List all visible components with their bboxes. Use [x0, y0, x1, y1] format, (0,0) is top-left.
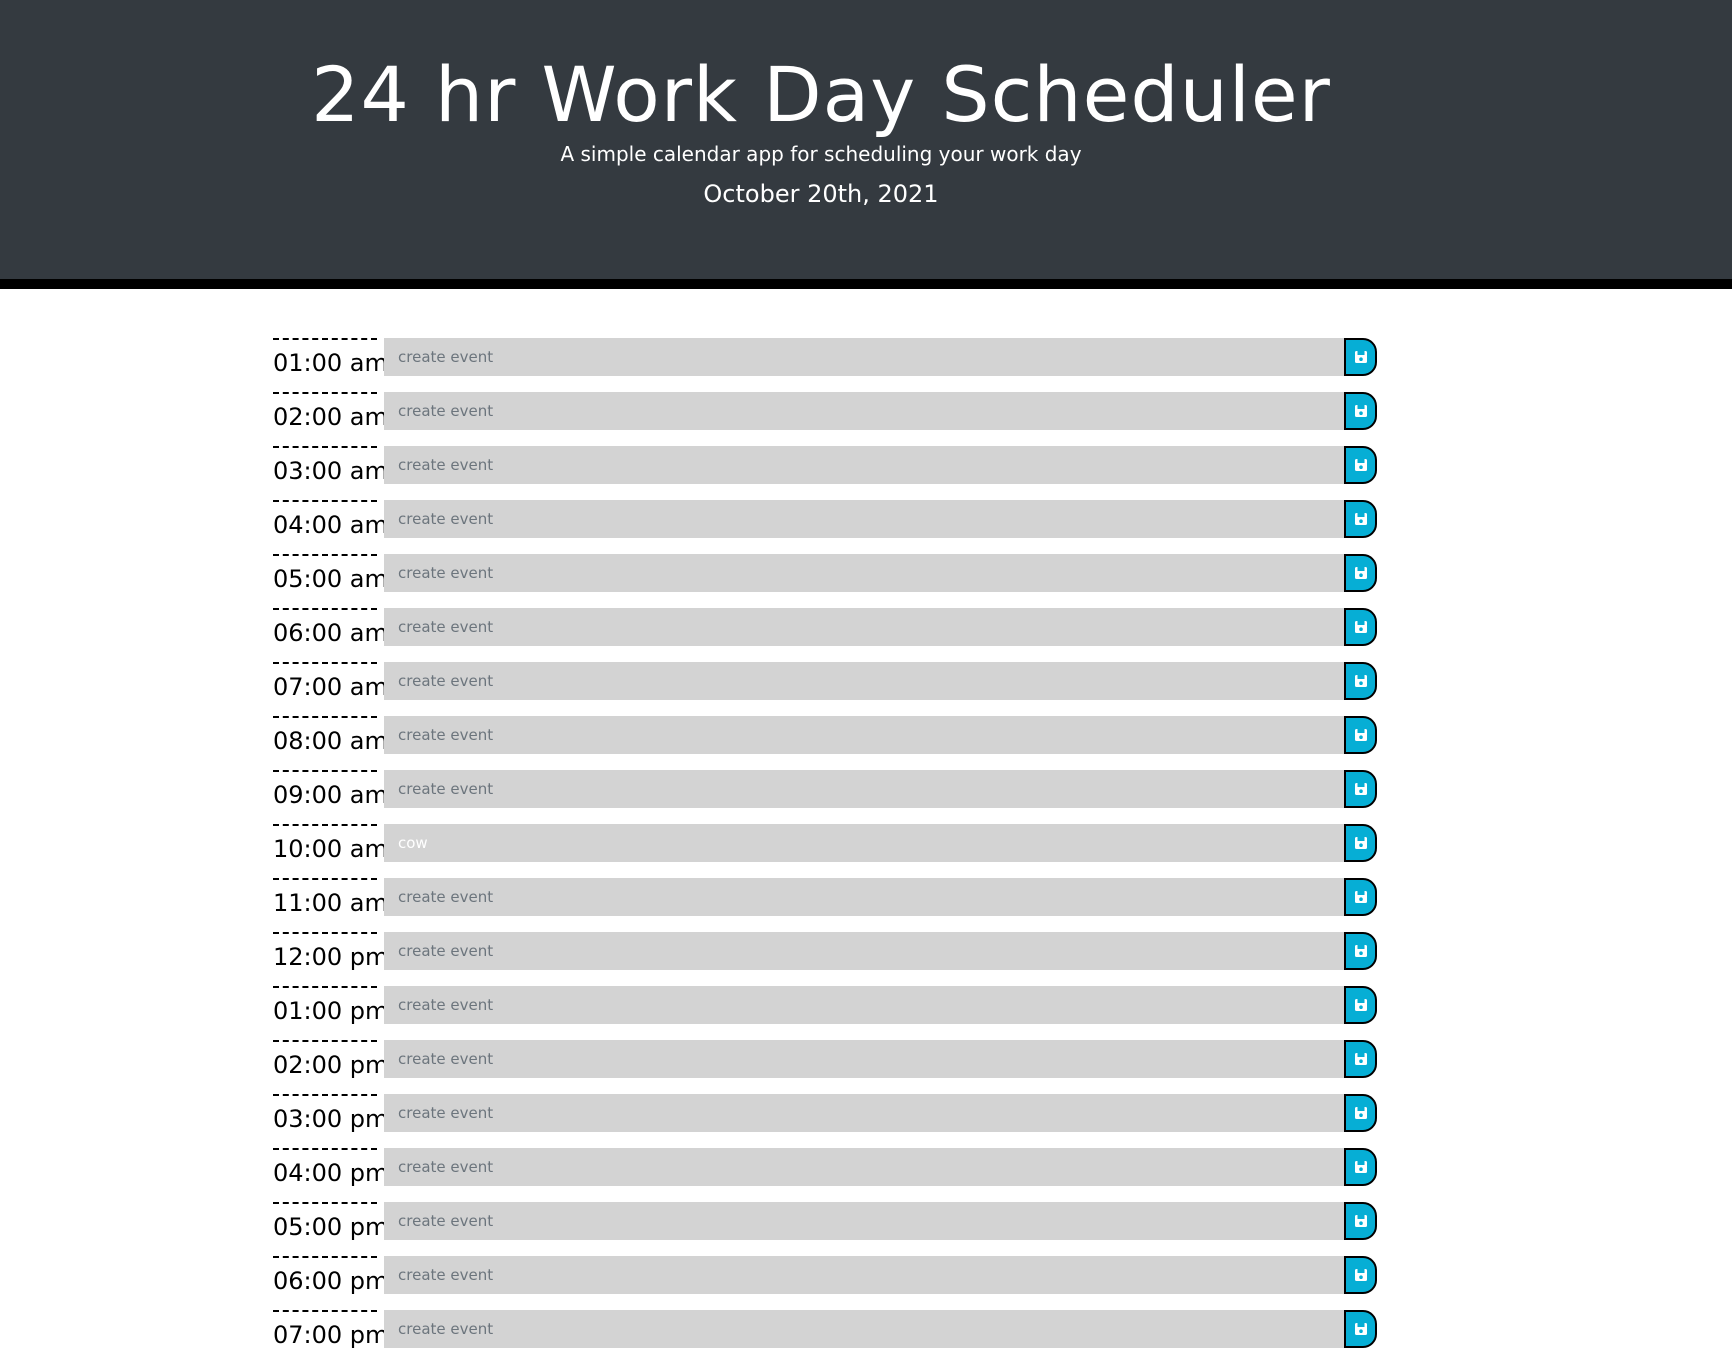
save-button[interactable] — [1344, 986, 1377, 1024]
time-block-row: 02:00 am create event — [273, 392, 1377, 431]
hour-label: 05:00 am — [273, 554, 388, 593]
floppy-disk-icon — [1354, 729, 1367, 741]
floppy-disk-icon — [1354, 351, 1367, 363]
hour-label: 04:00 pm — [273, 1148, 388, 1187]
time-block-row: 01:00 pm create event — [273, 986, 1377, 1025]
floppy-disk-icon — [1354, 945, 1367, 957]
event-textarea[interactable]: create event — [384, 338, 1344, 376]
event-textarea[interactable]: create event — [384, 608, 1344, 646]
time-block-row: 03:00 pm create event — [273, 1094, 1377, 1133]
page-title: 24 hr Work Day Scheduler — [311, 50, 1331, 139]
event-textarea[interactable]: create event — [384, 716, 1344, 754]
floppy-disk-icon — [1354, 999, 1367, 1011]
save-button[interactable] — [1344, 392, 1377, 430]
hour-label: 01:00 pm — [273, 986, 388, 1025]
save-button[interactable] — [1344, 1202, 1377, 1240]
hour-label: 05:00 pm — [273, 1202, 388, 1241]
page-subtitle: A simple calendar app for scheduling you… — [560, 142, 1082, 166]
event-textarea[interactable]: create event — [384, 770, 1344, 808]
event-textarea[interactable]: create event — [384, 662, 1344, 700]
floppy-disk-icon — [1354, 675, 1367, 687]
event-textarea[interactable]: create event — [384, 500, 1344, 538]
save-button[interactable] — [1344, 446, 1377, 484]
save-button[interactable] — [1344, 554, 1377, 592]
save-button[interactable] — [1344, 770, 1377, 808]
event-textarea[interactable]: create event — [384, 1094, 1344, 1132]
time-block-row: 05:00 am create event — [273, 554, 1377, 593]
floppy-disk-icon — [1354, 891, 1367, 903]
floppy-disk-icon — [1354, 1323, 1367, 1335]
hour-label: 12:00 pm — [273, 932, 388, 971]
event-textarea[interactable]: create event — [384, 1256, 1344, 1294]
time-block-row: 09:00 am create event — [273, 770, 1377, 809]
floppy-disk-icon — [1354, 1161, 1367, 1173]
event-textarea[interactable]: create event — [384, 986, 1344, 1024]
save-button[interactable] — [1344, 878, 1377, 916]
hour-label: 04:00 am — [273, 500, 388, 539]
time-block-row: 08:00 am create event — [273, 716, 1377, 755]
event-textarea[interactable]: create event — [384, 932, 1344, 970]
floppy-disk-icon — [1354, 621, 1367, 633]
hour-label: 07:00 pm — [273, 1310, 388, 1349]
hour-label: 03:00 am — [273, 446, 388, 485]
hour-label: 09:00 am — [273, 770, 388, 809]
floppy-disk-icon — [1354, 783, 1367, 795]
time-block-row: 12:00 pm create event — [273, 932, 1377, 971]
floppy-disk-icon — [1354, 837, 1367, 849]
event-textarea[interactable]: create event — [384, 1148, 1344, 1186]
floppy-disk-icon — [1354, 513, 1367, 525]
event-textarea[interactable]: create event — [384, 392, 1344, 430]
floppy-disk-icon — [1354, 1107, 1367, 1119]
save-button[interactable] — [1344, 1148, 1377, 1186]
floppy-disk-icon — [1354, 1053, 1367, 1065]
hour-label: 02:00 am — [273, 392, 388, 431]
hour-label: 03:00 pm — [273, 1094, 388, 1133]
time-block-row: 11:00 am create event — [273, 878, 1377, 917]
save-button[interactable] — [1344, 932, 1377, 970]
hour-label: 06:00 pm — [273, 1256, 388, 1295]
header: 24 hr Work Day Scheduler A simple calend… — [0, 0, 1732, 289]
save-button[interactable] — [1344, 1256, 1377, 1294]
hour-label: 10:00 am — [273, 824, 388, 863]
floppy-disk-icon — [1354, 1215, 1367, 1227]
hour-label: 07:00 am — [273, 662, 388, 701]
time-block-row: 01:00 am create event — [273, 338, 1377, 377]
hour-label: 08:00 am — [273, 716, 388, 755]
floppy-disk-icon — [1354, 459, 1367, 471]
save-button[interactable] — [1344, 824, 1377, 862]
hour-label: 11:00 am — [273, 878, 388, 917]
save-button[interactable] — [1344, 1040, 1377, 1078]
floppy-disk-icon — [1354, 1269, 1367, 1281]
floppy-disk-icon — [1354, 405, 1367, 417]
floppy-disk-icon — [1354, 567, 1367, 579]
save-button[interactable] — [1344, 1310, 1377, 1348]
time-block-row: 07:00 am create event — [273, 662, 1377, 701]
event-textarea[interactable]: cow — [384, 824, 1344, 862]
event-textarea[interactable]: create event — [384, 878, 1344, 916]
save-button[interactable] — [1344, 716, 1377, 754]
time-block-row: 06:00 pm create event — [273, 1256, 1377, 1295]
time-block-row: 04:00 am create event — [273, 500, 1377, 539]
time-block-row: 05:00 pm create event — [273, 1202, 1377, 1241]
time-block-row: 10:00 am cow — [273, 824, 1377, 863]
hour-label: 02:00 pm — [273, 1040, 388, 1079]
event-textarea[interactable]: create event — [384, 1040, 1344, 1078]
time-block-row: 03:00 am create event — [273, 446, 1377, 485]
hour-label: 01:00 am — [273, 338, 388, 377]
event-textarea[interactable]: create event — [384, 554, 1344, 592]
time-block-row: 02:00 pm create event — [273, 1040, 1377, 1079]
save-button[interactable] — [1344, 500, 1377, 538]
time-block-row: 04:00 pm create event — [273, 1148, 1377, 1187]
current-date: October 20th, 2021 — [703, 180, 939, 208]
event-textarea[interactable]: create event — [384, 446, 1344, 484]
time-block-row: 06:00 am create event — [273, 608, 1377, 647]
hour-label: 06:00 am — [273, 608, 388, 647]
time-block-row: 07:00 pm create event — [273, 1310, 1377, 1349]
event-textarea[interactable]: create event — [384, 1310, 1344, 1348]
event-textarea[interactable]: create event — [384, 1202, 1344, 1240]
save-button[interactable] — [1344, 608, 1377, 646]
save-button[interactable] — [1344, 662, 1377, 700]
save-button[interactable] — [1344, 1094, 1377, 1132]
save-button[interactable] — [1344, 338, 1377, 376]
